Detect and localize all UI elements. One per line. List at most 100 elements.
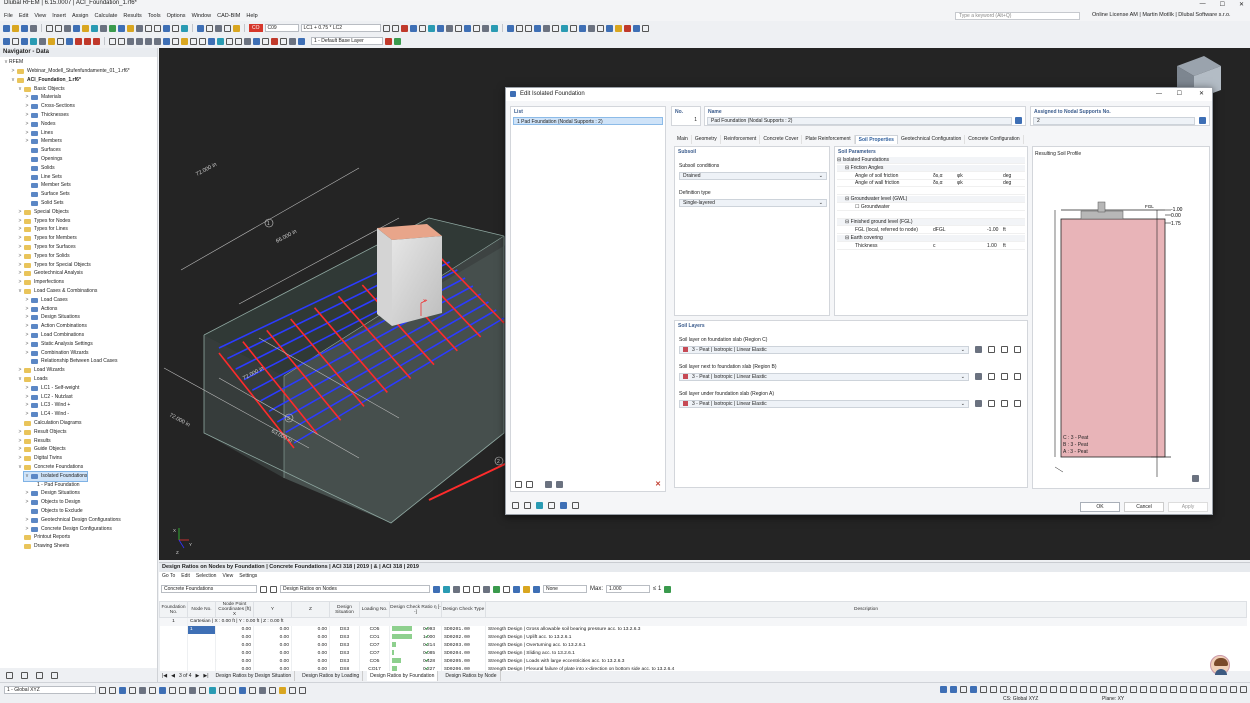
- zoom-icon[interactable]: [109, 37, 116, 45]
- status-hinge-icon[interactable]: [169, 686, 176, 694]
- status-opening-icon[interactable]: [149, 686, 156, 694]
- next-icon[interactable]: [391, 24, 399, 32]
- new-material-icon[interactable]: [988, 346, 995, 353]
- load-icon[interactable]: [127, 24, 134, 32]
- last-page-icon[interactable]: ▶|: [203, 671, 208, 681]
- status-snap-icon[interactable]: [209, 686, 216, 694]
- base-layer-combo[interactable]: 1 - Default Base Layer: [311, 37, 383, 45]
- tab-plate-reinforcement[interactable]: Plate Reinforcement: [802, 135, 855, 144]
- menu-cad-bim[interactable]: CAD-BIM: [217, 13, 240, 19]
- nav-item[interactable]: > Types for Members: [17, 234, 77, 243]
- line-icon[interactable]: [12, 37, 19, 45]
- tab-geometry[interactable]: Geometry: [692, 135, 721, 144]
- grid-icon[interactable]: [136, 24, 143, 32]
- trim-icon[interactable]: [569, 24, 577, 32]
- nav-item[interactable]: > Geotechnical Analysis: [17, 269, 83, 278]
- nav-item[interactable]: Calculation Diagrams: [17, 419, 82, 428]
- table-row[interactable]: 1 0.00 0.00 0.00 DS3 CO5 0.993 ✔ SD0201.00 Streng…: [159, 625, 1247, 634]
- load-surface-icon[interactable]: [93, 37, 100, 45]
- surface-icon[interactable]: [30, 37, 37, 45]
- section-icon[interactable]: [181, 24, 188, 32]
- select-graphic-icon[interactable]: [536, 502, 543, 509]
- workplane-icon[interactable]: [217, 37, 224, 45]
- results-tab-icon[interactable]: [51, 671, 58, 679]
- grid2-icon[interactable]: [226, 37, 233, 45]
- none-combo[interactable]: None: [543, 585, 587, 593]
- display-icon[interactable]: [118, 24, 125, 32]
- section-cut-icon[interactable]: [280, 37, 287, 45]
- status-member-icon[interactable]: [119, 686, 126, 694]
- nav-item[interactable]: > Load Cases: [24, 296, 68, 305]
- dialog-maximize-icon[interactable]: ☐: [1177, 88, 1182, 101]
- object-snap-icon[interactable]: [244, 37, 251, 45]
- nav-item[interactable]: > LC4 - Wind -: [24, 410, 69, 419]
- prev-page-icon[interactable]: ◀: [171, 671, 175, 681]
- status-view25-icon[interactable]: [1180, 686, 1187, 693]
- search-input[interactable]: Type a keyword (Alt+Q): [955, 12, 1080, 20]
- status-view22-icon[interactable]: [1150, 686, 1157, 693]
- tab-reinforcement[interactable]: Reinforcement: [721, 135, 761, 144]
- calc-icon[interactable]: [91, 24, 98, 32]
- status-view9-icon[interactable]: [1020, 686, 1027, 693]
- nav-item[interactable]: > Types for Nodes: [17, 217, 70, 226]
- view-z-icon[interactable]: [154, 37, 161, 45]
- nav-item[interactable]: Line Sets: [24, 173, 62, 182]
- nav-item[interactable]: > Load Wizards: [17, 366, 65, 375]
- dim-line-icon[interactable]: [190, 37, 197, 45]
- nav-item[interactable]: > Imperfections: [17, 278, 64, 287]
- nav-item[interactable]: v ACI_Foundation_1.rf6*: [10, 76, 81, 85]
- load-node-icon[interactable]: [75, 37, 82, 45]
- material-info-icon[interactable]: [1014, 346, 1021, 353]
- stop-icon[interactable]: [623, 24, 631, 32]
- status-support-icon[interactable]: [159, 686, 166, 694]
- delete-item-icon[interactable]: ✕: [655, 480, 661, 488]
- table-row[interactable]: 0.00 0.00 0.00 DS3 CO7 0.214 ✔ SD0203.00 Strengt…: [159, 641, 1247, 650]
- minimize-icon[interactable]: —: [1200, 1, 1206, 8]
- info-icon[interactable]: [632, 24, 640, 32]
- status-grid-icon[interactable]: [219, 686, 226, 694]
- status-glue-icon[interactable]: [249, 686, 256, 694]
- warning-icon[interactable]: [523, 585, 530, 593]
- nav-item[interactable]: > Members: [24, 137, 62, 146]
- menu-calculate[interactable]: Calculate: [94, 13, 117, 19]
- menu-insert[interactable]: Insert: [52, 13, 66, 19]
- nav-item[interactable]: > Static Analysis Settings: [24, 340, 93, 349]
- nav-item[interactable]: > Concrete Design Configurations: [24, 525, 112, 534]
- status-view7-icon[interactable]: [1000, 686, 1007, 693]
- status-view4-icon[interactable]: [970, 686, 977, 693]
- nav-item[interactable]: > Result Objects: [17, 428, 67, 437]
- deform-icon[interactable]: [409, 24, 417, 32]
- nav-item[interactable]: Drawing Sheets: [17, 542, 69, 551]
- pick-nodes-icon[interactable]: [1199, 117, 1206, 124]
- soil-layer-select[interactable]: 3 - Peat | Isotropic | Linear Elastic ⌄: [679, 373, 969, 381]
- ortho-icon[interactable]: [154, 24, 161, 32]
- status-view2-icon[interactable]: [950, 686, 957, 693]
- snap-icon[interactable]: [145, 24, 152, 32]
- nav-item[interactable]: Solid Sets: [24, 199, 64, 208]
- graphic-select-icon[interactable]: [443, 585, 450, 593]
- status-line-icon[interactable]: [109, 686, 116, 694]
- support-icon[interactable]: [48, 37, 55, 45]
- new-material-icon[interactable]: [988, 373, 995, 380]
- nav-item[interactable]: > Geotechnical Design Configurations: [24, 516, 121, 525]
- status-osnap-icon[interactable]: [239, 686, 246, 694]
- menu-assign[interactable]: Assign: [72, 13, 89, 19]
- sort-icon[interactable]: [503, 585, 510, 593]
- nav-item[interactable]: Member Sets: [24, 181, 71, 190]
- status-view23-icon[interactable]: [1160, 686, 1167, 693]
- model-icon[interactable]: [82, 24, 89, 32]
- subsoil-conditions-select[interactable]: Drained ⌄: [679, 172, 827, 180]
- nav-item[interactable]: Openings: [24, 155, 62, 164]
- tab-by-node[interactable]: Design Ratios by Node: [442, 671, 501, 681]
- results-menu-edit[interactable]: Edit: [181, 572, 190, 581]
- info-icon[interactable]: [572, 502, 579, 509]
- nav-item[interactable]: > Results: [17, 437, 51, 446]
- no-value[interactable]: 1: [672, 117, 700, 123]
- status-view21-icon[interactable]: [1140, 686, 1147, 693]
- clip-icon[interactable]: [490, 24, 498, 32]
- comment-icon[interactable]: [199, 37, 206, 45]
- scale-icon[interactable]: [454, 24, 462, 32]
- results-menu-settings[interactable]: Settings: [239, 572, 257, 581]
- edit-material-icon[interactable]: [1001, 373, 1008, 380]
- select-icon[interactable]: [64, 24, 71, 32]
